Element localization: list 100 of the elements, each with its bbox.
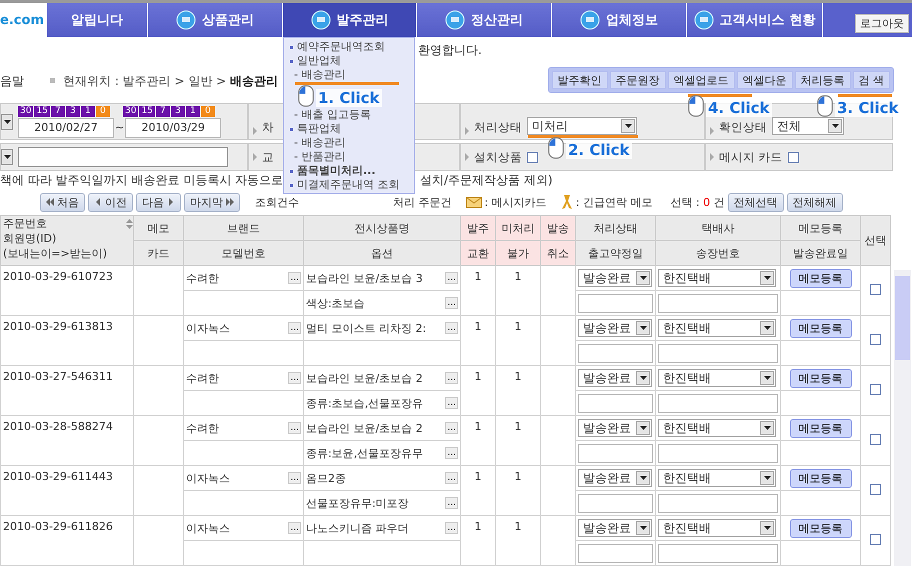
status-select[interactable]: 발송완료	[578, 419, 652, 437]
row-checkbox[interactable]	[870, 334, 881, 344]
row-checkbox[interactable]	[870, 384, 881, 394]
pager-button[interactable]: 마지막	[184, 192, 240, 212]
courier-select[interactable]: 한진택배	[658, 419, 776, 437]
action-button[interactable]: 검 색	[852, 71, 890, 89]
status-select[interactable]: 발송완료	[578, 369, 652, 387]
column-header[interactable]: 주문번호 회원명(ID) (보내는이=>받는이)	[0, 216, 134, 266]
more-button[interactable]: ...	[288, 272, 301, 284]
logout-button[interactable]: 로그아웃	[855, 14, 909, 33]
invoice-input[interactable]	[658, 494, 778, 512]
range-button[interactable]: 7	[156, 106, 170, 116]
range-button[interactable]: 1	[80, 106, 95, 116]
row-checkbox[interactable]	[870, 284, 881, 294]
row-checkbox[interactable]	[870, 534, 881, 544]
memo-button[interactable]: 메모등록	[790, 318, 852, 338]
select-all-button[interactable]: 전체선택	[728, 192, 784, 212]
search-field[interactable]	[18, 147, 228, 167]
pager-button[interactable]: 이전	[88, 192, 133, 212]
date-input[interactable]	[578, 294, 653, 312]
more-button[interactable]: ...	[288, 422, 301, 434]
menu-item[interactable]: - 배송관리	[290, 136, 414, 150]
invoice-input[interactable]	[658, 544, 778, 562]
checkbox[interactable]	[788, 152, 799, 162]
scrollbar[interactable]	[894, 270, 911, 566]
row-checkbox[interactable]	[870, 434, 881, 444]
more-button[interactable]: ...	[445, 447, 458, 459]
status-select[interactable]: 미처리	[527, 117, 637, 135]
date-input[interactable]	[578, 444, 653, 462]
menu-item[interactable]: - 배출 입고등록	[290, 108, 414, 122]
memo-button[interactable]: 메모등록	[790, 368, 852, 388]
status-select[interactable]: 발송완료	[578, 469, 652, 487]
courier-select[interactable]: 한진택배	[658, 269, 776, 287]
status-select[interactable]: 발송완료	[578, 319, 652, 337]
more-button[interactable]: ...	[445, 522, 458, 534]
nav-tab[interactable]: 고객서비스 현황	[686, 3, 822, 37]
courier-select[interactable]: 한진택배	[658, 519, 776, 537]
invoice-input[interactable]	[658, 444, 778, 462]
courier-select[interactable]: 한진택배	[658, 469, 776, 487]
range-button[interactable]: 7	[50, 106, 65, 116]
menu-item[interactable]: - 반품관리	[290, 150, 414, 164]
action-button[interactable]: 엑셀업로드	[668, 71, 734, 89]
range-button[interactable]: 1	[186, 106, 200, 116]
dropdown-button[interactable]	[1, 149, 13, 165]
nav-tab[interactable]: 발주관리	[282, 3, 416, 37]
status-select[interactable]: 발송완료	[578, 269, 652, 287]
more-button[interactable]: ...	[445, 297, 458, 309]
invoice-input[interactable]	[658, 394, 778, 412]
range-button[interactable]: 30	[123, 106, 138, 116]
menu-item[interactable]: 품목별미처리...	[290, 164, 414, 178]
more-button[interactable]: ...	[288, 472, 301, 484]
more-button[interactable]: ...	[445, 422, 458, 434]
nav-tab[interactable]: 정산관리	[416, 3, 551, 37]
menu-item[interactable]: - 배송관리	[290, 68, 414, 82]
menu-item[interactable]: 특판업체	[290, 122, 414, 136]
more-button[interactable]: ...	[445, 372, 458, 384]
action-button[interactable]: 주문원장	[610, 71, 666, 89]
confirm-select[interactable]: 전체	[772, 117, 844, 135]
pager-button[interactable]: 다음	[136, 192, 181, 212]
more-button[interactable]: ...	[445, 397, 458, 409]
logo[interactable]: e.com	[0, 3, 46, 37]
range-button[interactable]: 3	[66, 106, 80, 116]
memo-button[interactable]: 메모등록	[790, 468, 852, 488]
menu-item[interactable]: 예약주문내역조회	[290, 40, 414, 54]
nav-tab[interactable]: 업체정보	[551, 3, 686, 37]
menu-item[interactable]: 일반업체	[290, 54, 414, 68]
range-button[interactable]: 15	[139, 106, 155, 116]
status-select[interactable]: 발송완료	[578, 519, 652, 537]
more-button[interactable]: ...	[288, 322, 301, 334]
more-button[interactable]: ...	[288, 372, 301, 384]
more-button[interactable]: ...	[445, 497, 458, 509]
more-button[interactable]: ...	[445, 272, 458, 284]
action-button[interactable]: 처리등록	[794, 71, 850, 89]
date-input[interactable]	[578, 494, 653, 512]
invoice-input[interactable]	[658, 344, 778, 362]
date-input[interactable]	[578, 344, 653, 362]
memo-button[interactable]: 메모등록	[790, 418, 852, 438]
date-field[interactable]: 2010/02/27	[18, 118, 114, 138]
more-button[interactable]: ...	[445, 472, 458, 484]
dropdown-button[interactable]	[1, 114, 13, 130]
nav-tab[interactable]: 상품관리	[147, 3, 282, 37]
clear-all-button[interactable]: 전체해제	[786, 192, 843, 212]
action-button[interactable]: 엑셀다운	[736, 71, 792, 89]
action-button[interactable]: 발주확인	[552, 71, 608, 89]
row-checkbox[interactable]	[870, 484, 881, 494]
range-button[interactable]: 30	[18, 106, 34, 116]
range-button[interactable]: 3	[170, 106, 185, 116]
range-button[interactable]: 15	[34, 106, 50, 116]
memo-button[interactable]: 메모등록	[790, 268, 852, 288]
menu-item[interactable]: 미결제주문내역 조회	[290, 178, 414, 192]
pager-button[interactable]: 처음	[40, 192, 85, 212]
nav-tab[interactable]: 알립니다	[46, 3, 147, 37]
invoice-input[interactable]	[658, 294, 778, 312]
courier-select[interactable]: 한진택배	[658, 319, 776, 337]
more-button[interactable]: ...	[445, 322, 458, 334]
date-input[interactable]	[578, 544, 653, 562]
date-field[interactable]: 2010/03/29	[125, 118, 222, 138]
more-button[interactable]: ...	[288, 522, 301, 534]
memo-button[interactable]: 메모등록	[790, 518, 852, 538]
date-input[interactable]	[578, 394, 653, 412]
